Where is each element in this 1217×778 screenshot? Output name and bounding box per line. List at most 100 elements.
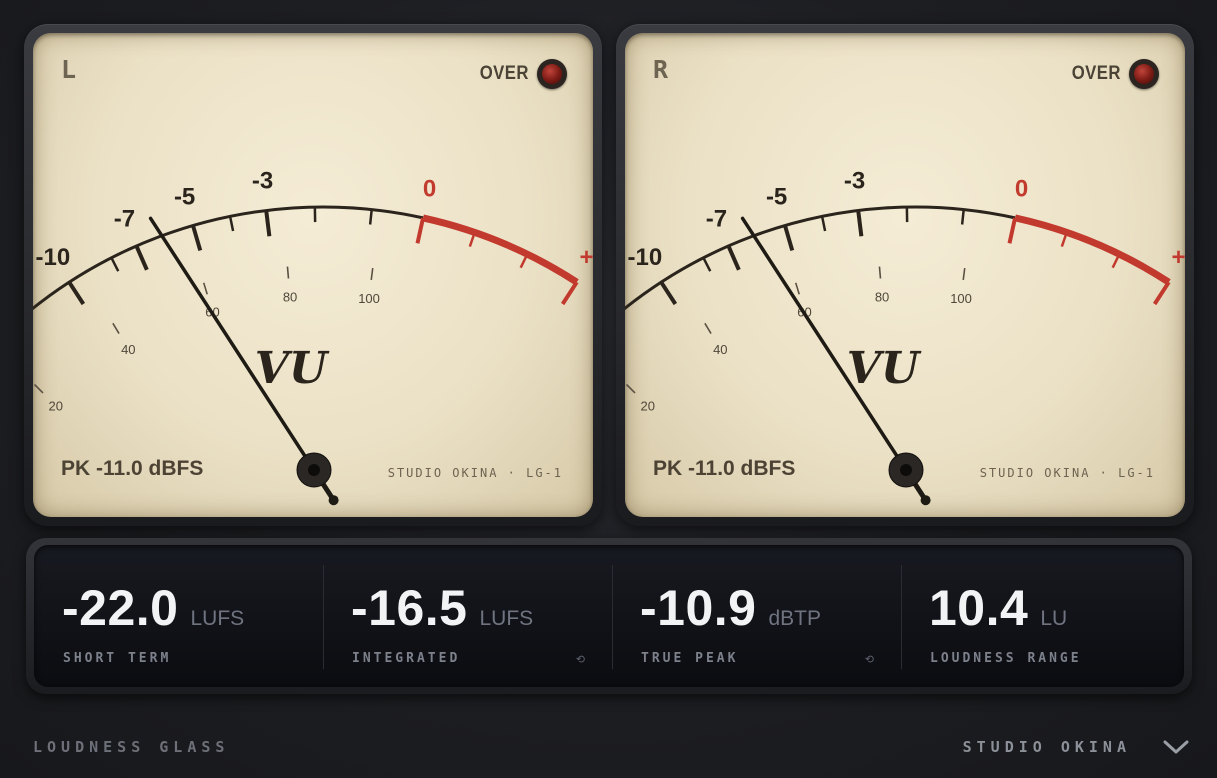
over-led-icon <box>1129 59 1159 89</box>
minor-tick <box>368 209 373 225</box>
major-tick <box>1152 281 1171 306</box>
stat-label: SHORT TERM <box>63 651 172 666</box>
vu-tick-label: +3 <box>579 244 593 271</box>
minor-tick <box>960 209 965 225</box>
stats-display: -22.0 LUFS SHORT TERM -16.5 LUFS INTEGRATE… <box>34 545 1184 687</box>
percent-tick <box>286 266 290 279</box>
stat-unit: LU <box>1040 607 1068 630</box>
vu-tick-label: -5 <box>766 184 787 211</box>
stat-short-term: -22.0 LUFS SHORT TERM <box>34 545 322 687</box>
percent-tick <box>962 267 966 281</box>
percent-tick <box>878 266 882 279</box>
vu-label: VU <box>255 343 330 394</box>
percent-tick-label: 100 <box>950 291 972 306</box>
reset-integrated-icon[interactable]: ⟲ <box>576 653 585 666</box>
divider <box>323 565 324 669</box>
major-tick <box>134 245 149 271</box>
stat-true-peak: -10.9 dBTP TRUE PEAK ⟲ <box>612 545 900 687</box>
reset-true-peak-icon[interactable]: ⟲ <box>865 653 874 666</box>
percent-tick <box>33 383 44 394</box>
meter-brand: STUDIO OKINA · LG-1 <box>979 466 1155 480</box>
major-tick <box>783 224 795 252</box>
meter-dial: -20-10-7-5-30+3020406080100VU <box>625 168 1185 506</box>
minor-tick <box>820 216 827 232</box>
channel-label: R <box>653 55 669 84</box>
percent-tick <box>794 282 800 295</box>
stat-unit: LUFS <box>190 607 245 630</box>
stat-loudness-range: 10.4 LU LOUDNESS RANGE <box>901 545 1189 687</box>
needle-pivot-center <box>900 464 912 476</box>
percent-tick <box>112 322 120 334</box>
peak-readout: PK -11.0 dBFS <box>61 457 204 480</box>
percent-tick <box>625 383 636 394</box>
major-tick <box>264 210 272 237</box>
meter-face: -20-10-7-5-30+3020406080100VU R OVER PK … <box>625 33 1185 517</box>
meter-brand: STUDIO OKINA · LG-1 <box>387 466 563 480</box>
vu-label: VU <box>847 343 922 394</box>
percent-tick <box>704 322 712 334</box>
divider <box>901 565 902 669</box>
percent-tick-label: 100 <box>358 291 380 306</box>
footer-brand: STUDIO OKINA <box>962 738 1131 756</box>
major-tick <box>1007 217 1018 244</box>
stat-label: INTEGRATED <box>352 651 461 666</box>
needle-pivot-center <box>308 464 320 476</box>
divider <box>612 565 613 669</box>
vu-tick-label: -5 <box>174 184 195 211</box>
minor-tick <box>110 257 120 272</box>
percent-tick-label: 40 <box>121 342 135 357</box>
loudness-stats-panel: -22.0 LUFS SHORT TERM -16.5 LUFS INTEGRATE… <box>26 538 1192 694</box>
minor-tick <box>228 216 235 232</box>
percent-tick-label: 40 <box>713 342 727 357</box>
percent-tick-label: 20 <box>48 399 62 414</box>
stat-unit: LUFS <box>479 607 534 630</box>
vu-tick-label: -3 <box>252 168 273 195</box>
stat-label: TRUE PEAK <box>641 651 739 666</box>
over-led-icon <box>537 59 567 89</box>
meter-face: -20-10-7-5-30+3020406080100VU L OVER PK … <box>33 33 593 517</box>
major-tick <box>659 281 678 306</box>
stat-label: LOUDNESS RANGE <box>930 651 1082 666</box>
over-indicator: OVER <box>473 59 567 89</box>
percent-tick-label: 20 <box>640 399 654 414</box>
vu-tick-label: 0 <box>1015 176 1028 203</box>
vu-tick-label: -10 <box>628 244 663 271</box>
vu-tick-label: -7 <box>706 205 727 232</box>
percent-tick-label: 80 <box>875 289 889 304</box>
minor-tick <box>702 257 712 272</box>
major-tick <box>560 281 579 306</box>
major-tick <box>67 281 86 306</box>
chevron-down-icon[interactable] <box>1162 736 1190 758</box>
vu-tick-label: -3 <box>844 168 865 195</box>
major-tick <box>415 217 426 244</box>
meter-dial: -20-10-7-5-30+3020406080100VU <box>33 168 593 506</box>
stat-value: 10.4 <box>929 580 1029 636</box>
stat-value: -10.9 <box>640 580 757 636</box>
vu-meter-right: -20-10-7-5-30+3020406080100VU R OVER PK … <box>616 24 1194 526</box>
over-label: OVER <box>1071 63 1121 84</box>
vu-tick-label: 0 <box>423 176 436 203</box>
channel-label: L <box>61 55 77 84</box>
major-tick <box>726 245 741 271</box>
vu-tick-label: -7 <box>114 205 135 232</box>
percent-tick <box>370 267 374 281</box>
vu-meter-left: -20-10-7-5-30+3020406080100VU L OVER PK … <box>24 24 602 526</box>
needle-counterweight <box>920 495 931 506</box>
percent-tick-label: 80 <box>283 289 297 304</box>
over-label: OVER <box>479 63 529 84</box>
stat-value: -22.0 <box>62 580 179 636</box>
vu-tick-label: -10 <box>36 244 71 271</box>
over-indicator: OVER <box>1065 59 1159 89</box>
stat-value: -16.5 <box>351 580 468 636</box>
red-zone-arc <box>1014 214 1171 286</box>
stat-integrated: -16.5 LUFS INTEGRATED ⟲ <box>323 545 611 687</box>
vu-tick-label: +3 <box>1171 244 1185 271</box>
product-name: LOUDNESS GLASS <box>33 738 230 756</box>
major-tick <box>191 224 203 252</box>
peak-readout: PK -11.0 dBFS <box>653 457 796 480</box>
stat-unit: dBTP <box>768 607 821 630</box>
percent-tick <box>202 282 208 295</box>
red-zone-arc <box>422 214 579 286</box>
needle-counterweight <box>328 495 339 506</box>
major-tick <box>856 210 864 237</box>
